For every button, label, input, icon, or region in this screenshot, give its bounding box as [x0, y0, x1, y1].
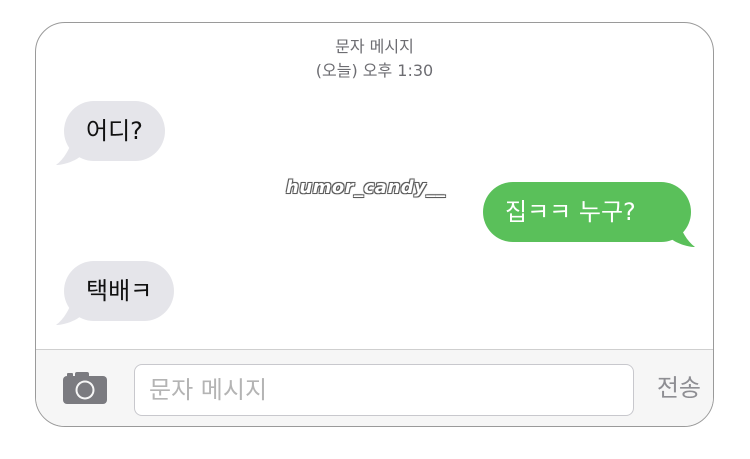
message-text: 택배ㅋ: [86, 277, 153, 305]
message-bubble-incoming: 어디?: [64, 101, 165, 161]
camera-icon[interactable]: [61, 370, 109, 406]
send-button[interactable]: 전송: [657, 370, 701, 406]
conversation-title: 문자 메시지: [335, 37, 414, 56]
conversation-timestamp: (오늘) 오후 1:30: [315, 61, 434, 80]
message-text: 어디?: [86, 117, 143, 145]
conversation-header: 문자 메시지 (오늘) 오후 1:30: [36, 35, 713, 83]
message-input[interactable]: [134, 364, 634, 416]
message-bubble-incoming: 택배ㅋ: [64, 261, 175, 321]
watermark: humor_candy__: [286, 177, 446, 198]
composer-bar: 전송: [36, 349, 713, 426]
messages-screen: 문자 메시지 (오늘) 오후 1:30 어디? 집ㅋㅋ 누구? 택배ㅋ humo…: [35, 22, 714, 427]
message-bubble-outgoing: 집ㅋㅋ 누구?: [483, 182, 691, 242]
message-text: 집ㅋㅋ 누구?: [505, 198, 636, 226]
